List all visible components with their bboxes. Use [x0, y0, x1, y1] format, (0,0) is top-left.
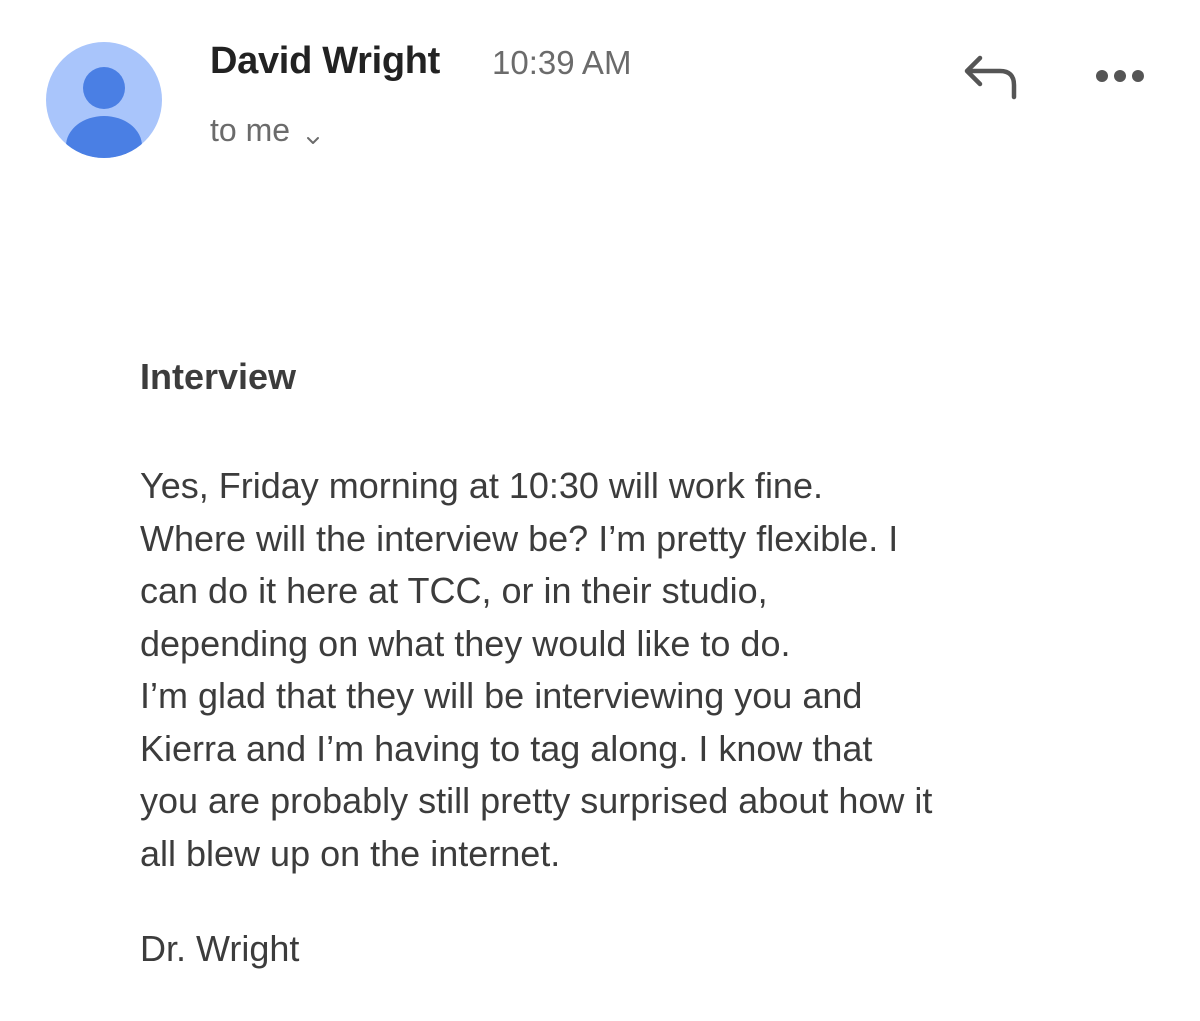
more-options-button[interactable] [1090, 56, 1150, 96]
recipient-label: to me [210, 111, 291, 148]
body-line: all blew up on the internet. [140, 832, 561, 874]
body-line: can do it here at TCC, or in their studi… [140, 570, 768, 611]
email-timestamp: 10:39 AM [492, 44, 632, 81]
body-line: you are probably still pretty surprised … [140, 780, 933, 821]
body-line: Where will the interview be? I’m pretty … [140, 517, 899, 559]
sender-name[interactable]: David Wright [210, 40, 440, 83]
body-line: Kierra and I’m having to tag along. I kn… [140, 727, 873, 769]
email-body: Yes, Friday morning at 10:30 will work f… [140, 460, 1140, 880]
reply-icon [964, 55, 1017, 100]
more-horizontal-icon [1096, 70, 1144, 82]
sender-avatar[interactable] [46, 42, 162, 158]
email-signature: Dr. Wright [140, 928, 300, 969]
body-line: I’m glad that they will be interviewing … [140, 675, 863, 716]
chevron-down-icon [304, 121, 322, 144]
body-line: Yes, Friday morning at 10:30 will work f… [140, 465, 823, 506]
person-icon [66, 67, 142, 158]
body-line: depending on what they would like to do. [140, 622, 791, 664]
email-subject: Interview [140, 356, 297, 397]
recipient-details-toggle[interactable]: to me [210, 110, 322, 150]
reply-button[interactable] [958, 50, 1024, 106]
